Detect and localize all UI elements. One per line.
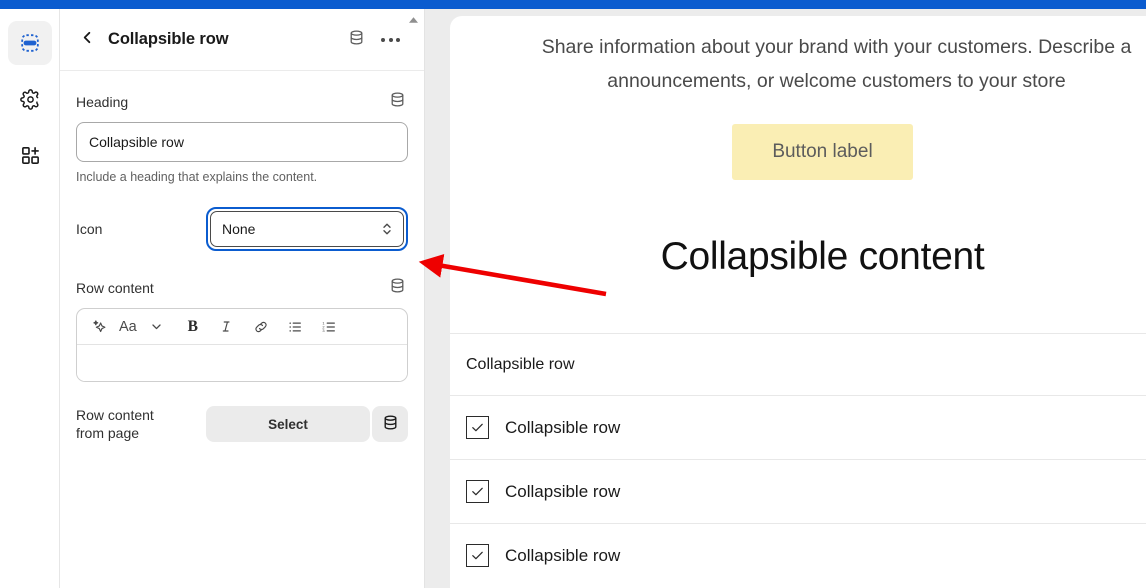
heading-dynamic-source-button[interactable] <box>386 91 408 113</box>
row-content-editable-area[interactable] <box>77 345 407 381</box>
preview-paragraph: Share information about your brand with … <box>450 30 1146 98</box>
panel-header-actions <box>345 29 402 51</box>
panel-body: Heading Include a heading that explains … <box>60 71 424 442</box>
numbered-list-icon[interactable]: 1 2 3 <box>315 313 343 341</box>
database-icon <box>348 29 365 51</box>
select-chevrons-icon <box>380 219 394 239</box>
row-content-from-page-label: Row content from page <box>76 406 206 442</box>
row-content-from-page-row: Row content from page Select <box>76 406 408 442</box>
preview-row-3[interactable]: Collapsible row <box>450 459 1146 523</box>
row-content-label-row: Row content <box>76 277 408 299</box>
bulleted-list-icon[interactable] <box>281 313 309 341</box>
text-style-button[interactable]: Aa <box>115 313 141 341</box>
preview-row-label: Collapsible row <box>466 355 575 373</box>
back-button[interactable] <box>76 29 98 51</box>
database-icon <box>382 414 399 434</box>
check-box-icon <box>466 416 489 439</box>
sections-icon <box>19 32 41 54</box>
select-button[interactable]: Select <box>206 406 370 442</box>
preview-cta-button[interactable]: Button label <box>732 124 913 180</box>
gear-icon <box>19 88 41 110</box>
row-content-from-page-label-line2: from page <box>76 425 140 441</box>
editor-icon-rail <box>0 9 60 588</box>
database-icon <box>389 91 406 113</box>
chevron-down-icon[interactable] <box>143 313 171 341</box>
text-style-icon: Aa <box>119 318 137 335</box>
theme-preview-area: Share information about your brand with … <box>425 9 1146 588</box>
preview-row-1[interactable]: Collapsible row <box>450 333 1146 395</box>
preview-collapsible-rows: Collapsible row Collapsible row Collapsi… <box>450 333 1146 587</box>
check-box-icon <box>466 544 489 567</box>
bold-icon[interactable]: B <box>179 313 207 341</box>
sidebar-item-apps[interactable] <box>8 133 52 177</box>
rich-text-toolbar: Aa B 1 2 3 <box>77 309 407 345</box>
section-settings-panel: Collapsible row Heading Collapsible row … <box>60 9 425 588</box>
preview-row-label: Collapsible row <box>505 481 621 501</box>
sidebar-item-sections[interactable] <box>8 21 52 65</box>
dot-3 <box>396 37 400 42</box>
row-content-from-page-controls: Select <box>206 406 408 442</box>
app-root: Collapsible row Heading Collapsible row … <box>0 0 1146 588</box>
page-title: Collapsible row <box>108 30 229 48</box>
preview-row-2[interactable]: Collapsible row <box>450 395 1146 459</box>
database-icon <box>389 277 406 299</box>
more-actions-button[interactable] <box>379 32 402 48</box>
sidebar-item-theme-settings[interactable] <box>8 77 52 121</box>
icon-field-row: Icon None <box>76 207 408 251</box>
preview-paragraph-line1: Share information about your brand with … <box>541 36 1132 58</box>
chevron-left-icon <box>80 30 95 50</box>
preview-paragraph-line2: announcements, or welcome customers to y… <box>607 70 1066 92</box>
dot-2 <box>388 37 393 42</box>
preview-row-label: Collapsible row <box>505 545 621 565</box>
row-content-from-page-label-line1: Row content <box>76 407 154 423</box>
heading-help-text: Include a heading that explains the cont… <box>76 170 318 184</box>
icon-select[interactable]: None <box>210 211 404 247</box>
link-icon[interactable] <box>247 313 275 341</box>
ai-sparkle-icon[interactable] <box>85 313 113 341</box>
browser-top-bar <box>0 0 1146 9</box>
preview-row-4[interactable]: Collapsible row <box>450 523 1146 587</box>
italic-icon[interactable] <box>213 313 241 341</box>
preview-section-heading: Collapsible content <box>660 235 985 278</box>
row-content-label: Row content <box>76 280 154 296</box>
preview-row-label: Collapsible row <box>505 417 621 437</box>
heading-label: Heading <box>76 94 129 110</box>
row-content-rich-text-editor: Aa B 1 2 3 <box>76 308 408 382</box>
panel-header: Collapsible row <box>60 9 424 71</box>
dot-1 <box>381 37 385 42</box>
preview-button-row: Button label <box>450 124 1146 180</box>
svg-text:3: 3 <box>322 328 324 333</box>
icon-select-focus-ring: None <box>206 207 408 251</box>
icon-label: Icon <box>76 221 103 237</box>
app-blocks-icon <box>20 145 41 166</box>
icon-select-value: None <box>222 221 256 237</box>
check-box-icon <box>466 480 489 503</box>
heading-field-label-row: Heading <box>76 91 408 113</box>
row-content-from-page-dynamic-source-button[interactable] <box>372 406 408 442</box>
preview-canvas: Share information about your brand with … <box>450 16 1146 588</box>
dynamic-source-button[interactable] <box>345 29 367 51</box>
row-content-dynamic-source-button[interactable] <box>386 277 408 299</box>
heading-input[interactable] <box>76 122 408 162</box>
